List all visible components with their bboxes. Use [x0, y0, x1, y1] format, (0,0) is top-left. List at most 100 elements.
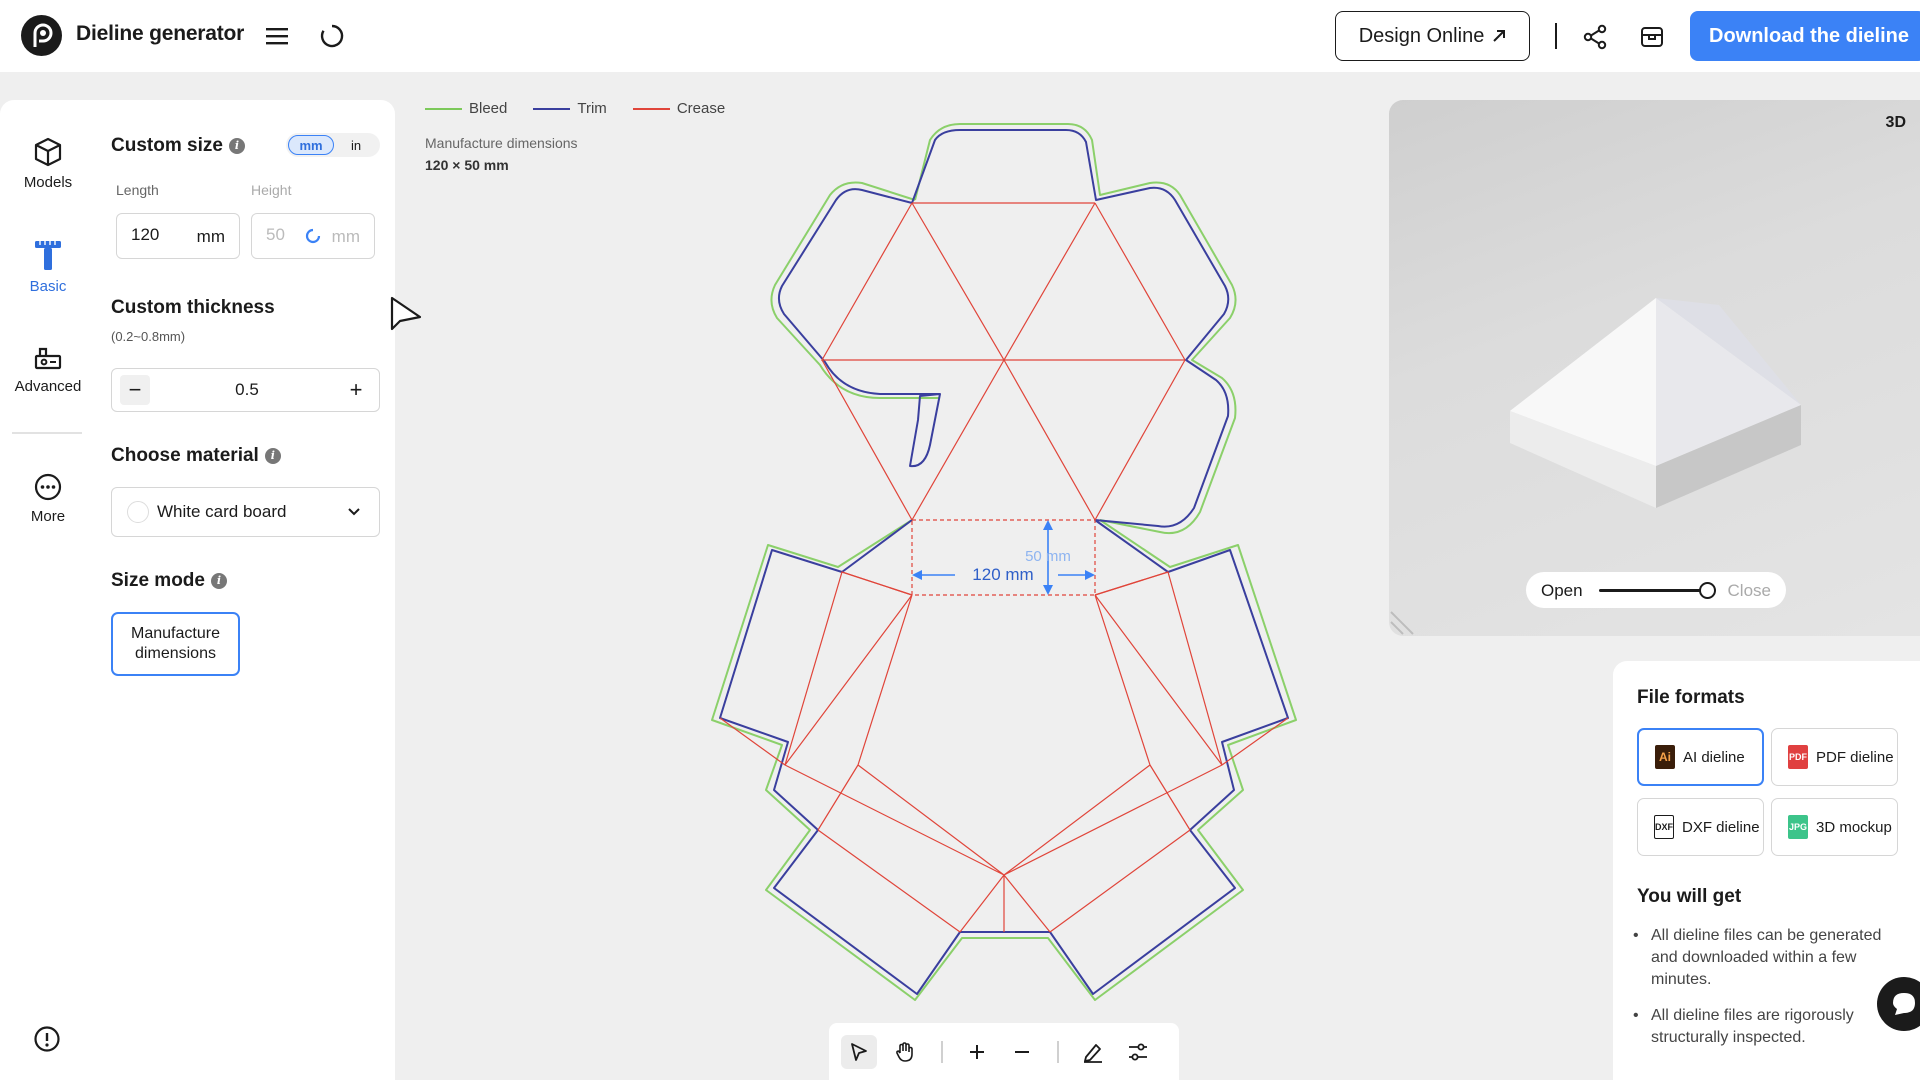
share-button[interactable]	[1580, 22, 1610, 52]
height-unit: mm	[331, 227, 360, 246]
pen-icon	[1084, 1044, 1102, 1063]
ruler-icon	[35, 241, 61, 270]
material-selected: White card board	[157, 502, 287, 521]
format-pdf-label: PDF dieline	[1816, 748, 1894, 766]
feedback-button[interactable]	[33, 1025, 61, 1058]
logo-icon	[33, 23, 53, 47]
saved-box-button[interactable]	[1637, 22, 1667, 52]
rail-item-more[interactable]: More	[0, 472, 96, 525]
unit-toggle: mm in	[286, 133, 380, 157]
legend-trim: Trim	[533, 100, 607, 117]
minus-icon	[1015, 1051, 1029, 1053]
rail-divider	[12, 432, 82, 434]
format-3d-mockup-button[interactable]: JPG 3D mockup	[1771, 798, 1898, 856]
share-icon	[1583, 24, 1607, 50]
resize-corner-icon[interactable]	[1389, 604, 1421, 636]
download-dieline-button[interactable]: Download the dieline	[1690, 11, 1920, 61]
benefits-list: All dieline files can be generated and d…	[1633, 925, 1902, 1063]
plus-icon	[970, 1045, 984, 1059]
bleed-swatch	[425, 107, 462, 110]
design-online-label: Design Online	[1358, 24, 1485, 47]
format-dxf-button[interactable]: DXF DXF dieline	[1637, 798, 1764, 856]
height-label: Height	[251, 182, 292, 198]
length-input[interactable]	[131, 225, 181, 245]
rail-item-basic[interactable]: Basic	[0, 238, 96, 295]
custom-size-heading: Custom size i	[111, 135, 245, 157]
more-icon	[34, 473, 62, 501]
length-field: mm	[116, 213, 240, 259]
unit-mm-option[interactable]: mm	[288, 135, 334, 155]
3d-preview[interactable]: 3D Open Close	[1389, 100, 1920, 636]
dieline-drawing	[711, 123, 1297, 1001]
design-online-button[interactable]: Design Online	[1335, 11, 1530, 61]
open-label: Open	[1541, 581, 1583, 600]
thickness-decrease-button[interactable]: −	[120, 375, 150, 405]
dimension-markers	[912, 520, 1095, 595]
reset-button[interactable]	[318, 22, 346, 50]
rail-label-models: Models	[23, 174, 73, 191]
material-swatch	[127, 501, 149, 523]
advanced-icon	[34, 347, 62, 370]
format-pdf-button[interactable]: PDF PDF dieline	[1771, 728, 1898, 786]
rail-item-advanced[interactable]: Advanced	[0, 344, 96, 395]
toolbar-divider	[1555, 23, 1557, 49]
pointer-icon	[851, 1043, 867, 1061]
open-close-track[interactable]	[1599, 589, 1707, 592]
top-bar: Dieline generator Design Online Download…	[0, 0, 1920, 72]
legend-crease: Crease	[632, 100, 725, 117]
benefit-item: All dieline files are rigorously structu…	[1633, 1005, 1902, 1049]
rail-item-models[interactable]: Models	[0, 136, 96, 191]
toolbar-separator	[1057, 1041, 1059, 1063]
box-archive-icon	[1641, 27, 1663, 47]
dxf-file-icon: DXF	[1654, 815, 1674, 839]
close-label: Close	[1727, 581, 1771, 600]
menu-button[interactable]	[263, 22, 291, 50]
info-icon[interactable]: i	[264, 447, 281, 464]
format-ai-button[interactable]: Ai AI dieline	[1637, 728, 1764, 786]
open-close-slider-thumb[interactable]	[1698, 582, 1716, 599]
legend-trim-label: Trim	[577, 100, 607, 117]
zoom-in-tool[interactable]	[959, 1035, 995, 1069]
length-unit: mm	[196, 227, 225, 246]
choose-material-heading: Choose material i	[111, 445, 281, 467]
choose-material-title: Choose material	[111, 445, 259, 466]
manufacture-dimensions-label: Manufacture dimensions	[425, 135, 578, 151]
custom-thickness-title: Custom thickness	[111, 297, 275, 318]
toolbar-separator	[941, 1041, 943, 1063]
thickness-value[interactable]: 0.5	[212, 380, 282, 400]
format-ai-label: AI dieline	[1683, 748, 1745, 766]
info-icon[interactable]: i	[210, 572, 227, 589]
chevron-down-icon	[348, 508, 360, 516]
crease-swatch	[632, 107, 670, 110]
bleed-outline	[711, 123, 1297, 1001]
thickness-increase-button[interactable]: +	[341, 375, 371, 405]
select-tool[interactable]	[841, 1035, 877, 1069]
logo[interactable]	[21, 15, 62, 56]
thickness-range: (0.2~0.8mm)	[111, 329, 186, 344]
you-will-get-title: You will get	[1637, 886, 1742, 907]
line-legend: Bleed Trim Crease	[425, 100, 725, 117]
legend-bleed-label: Bleed	[469, 100, 508, 117]
manufacture-dimensions-button[interactable]: Manufacture dimensions	[111, 612, 240, 676]
info-icon[interactable]: i	[228, 137, 245, 154]
zoom-out-tool[interactable]	[1004, 1035, 1040, 1069]
cube-icon	[34, 137, 62, 167]
thickness-stepper: − 0.5 +	[111, 368, 380, 412]
annotate-tool[interactable]	[1075, 1035, 1111, 1069]
app-title: Dieline generator	[76, 22, 245, 45]
unit-in-option[interactable]: in	[334, 135, 378, 155]
ai-file-icon: Ai	[1655, 745, 1675, 769]
legend-bleed: Bleed	[425, 100, 507, 117]
rail-label-advanced: Advanced	[14, 378, 82, 395]
file-formats-panel: File formats Ai AI dieline PDF PDF dieli…	[1613, 661, 1920, 1080]
sliders-icon	[1129, 1043, 1147, 1061]
pan-tool[interactable]	[887, 1035, 923, 1069]
custom-size-title: Custom size	[111, 135, 223, 156]
external-arrow-icon	[1493, 30, 1506, 42]
rail-label-basic: Basic	[29, 278, 67, 295]
jpg-file-icon: JPG	[1788, 815, 1808, 839]
settings-tool[interactable]	[1120, 1035, 1156, 1069]
material-select[interactable]: White card board	[111, 487, 380, 537]
format-dxf-label: DXF dieline	[1682, 818, 1760, 836]
mouse-cursor-icon	[390, 296, 422, 331]
